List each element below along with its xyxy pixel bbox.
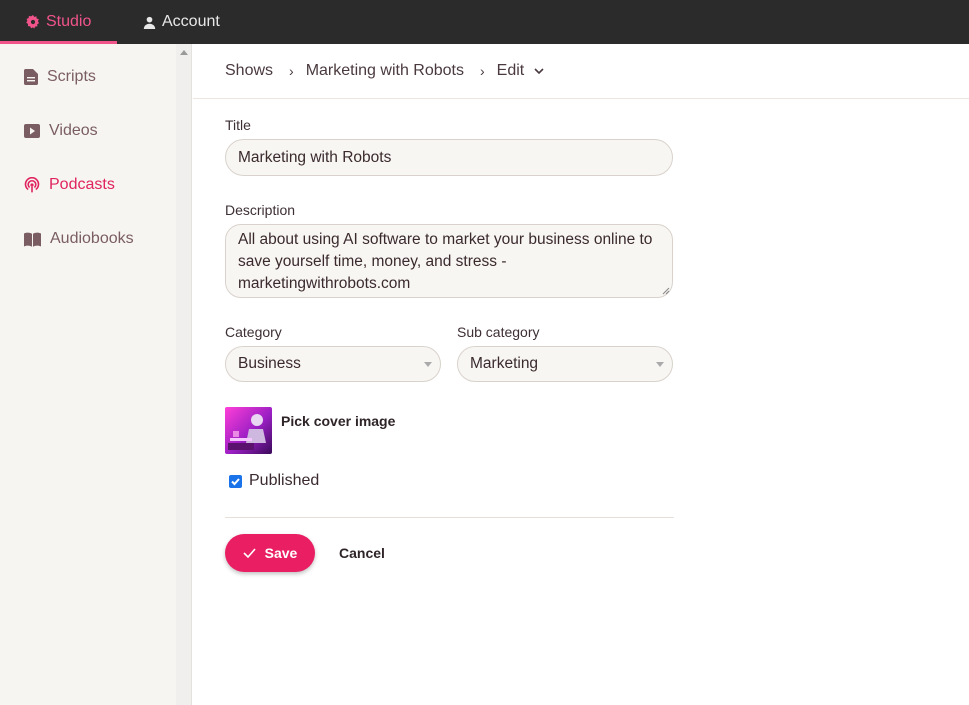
save-button-label: Save (264, 545, 298, 561)
subcategory-select[interactable]: Marketing (457, 346, 673, 382)
description-textarea[interactable]: All about using AI software to market yo… (225, 224, 673, 298)
chevron-down-icon[interactable] (534, 67, 544, 75)
category-select[interactable]: Business (225, 346, 441, 382)
breadcrumb: Shows › Marketing with Robots › Edit (193, 44, 969, 99)
chevron-down-icon (656, 362, 664, 367)
user-icon (143, 16, 156, 29)
tab-account-label: Account (162, 13, 220, 30)
description-text: All about using AI software to market yo… (238, 231, 653, 292)
description-label: Description (225, 202, 296, 218)
sidebar-item-label: Scripts (47, 68, 96, 85)
save-button[interactable]: Save (225, 534, 315, 572)
chevron-right-icon: › (289, 63, 294, 79)
document-icon (24, 69, 38, 85)
top-nav: Studio Account (0, 0, 969, 44)
published-checkbox[interactable] (229, 475, 242, 488)
podcast-icon (24, 177, 40, 193)
sidebar-item-videos[interactable]: Videos (24, 122, 98, 140)
scroll-up-arrow-icon[interactable] (180, 50, 188, 55)
category-value: Business (238, 355, 301, 372)
title-label: Title (225, 117, 251, 133)
published-label: Published (249, 472, 320, 489)
cancel-button[interactable]: Cancel (339, 545, 385, 561)
subcategory-label: Sub category (457, 324, 540, 340)
check-icon (231, 478, 240, 486)
tab-account[interactable]: Account (143, 0, 220, 44)
title-input[interactable]: Marketing with Robots (225, 139, 673, 176)
tab-studio-label: Studio (46, 13, 92, 30)
sidebar-item-audiobooks[interactable]: Audiobooks (24, 230, 134, 248)
play-icon (24, 124, 40, 138)
sidebar-item-label: Podcasts (49, 176, 115, 193)
resize-handle-icon[interactable] (662, 287, 670, 295)
breadcrumb-edit[interactable]: Edit (497, 62, 525, 80)
subcategory-value: Marketing (470, 355, 539, 372)
breadcrumb-shows[interactable]: Shows (225, 62, 273, 80)
chevron-right-icon: › (480, 63, 485, 79)
tab-studio[interactable]: Studio (0, 0, 117, 44)
divider (225, 517, 674, 518)
cover-image-thumbnail[interactable] (225, 407, 272, 454)
category-label: Category (225, 324, 282, 340)
breadcrumb-show[interactable]: Marketing with Robots (306, 62, 464, 80)
gear-icon (26, 15, 40, 29)
sidebar-scrollbar[interactable] (176, 44, 192, 705)
sidebar: Scripts Videos Podcasts Audiobooks (0, 44, 176, 705)
sidebar-item-label: Videos (49, 122, 98, 139)
sidebar-item-podcasts[interactable]: Podcasts (24, 176, 115, 194)
sidebar-item-label: Audiobooks (50, 230, 134, 247)
pick-cover-image-button[interactable]: Pick cover image (281, 413, 395, 429)
sidebar-item-scripts[interactable]: Scripts (24, 68, 96, 86)
book-icon (24, 232, 41, 247)
chevron-down-icon (424, 362, 432, 367)
check-icon (243, 548, 256, 558)
